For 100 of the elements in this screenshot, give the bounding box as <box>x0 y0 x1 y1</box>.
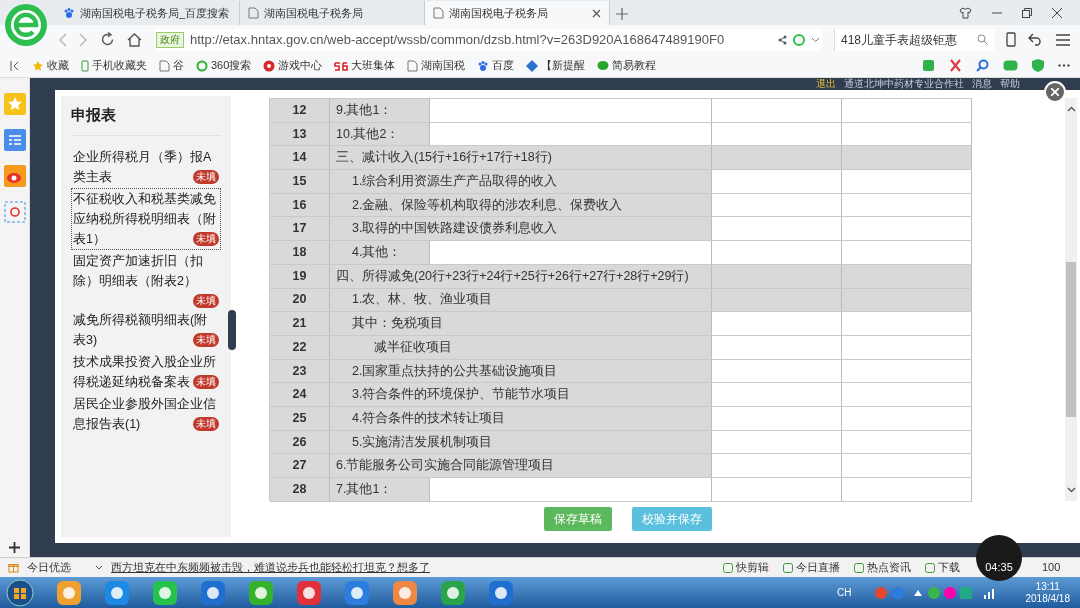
taskbar-app-icon[interactable] <box>344 579 370 606</box>
tab-title: 湖南国税电子税务局 <box>264 5 364 21</box>
bookmark-link[interactable]: 大班集体 <box>334 57 396 74</box>
row-number: 14 <box>270 146 330 170</box>
close-button[interactable] <box>1044 81 1066 103</box>
menu-icon[interactable] <box>1056 33 1070 46</box>
taskbar-app-icon[interactable] <box>248 579 274 606</box>
row-label: 3.取得的中国铁路建设债券利息收入 <box>330 217 712 241</box>
share-icon[interactable] <box>778 34 787 45</box>
bookmark-link[interactable]: 360搜索 <box>196 57 252 74</box>
taskbar-app-icon[interactable] <box>392 579 418 606</box>
list-icon[interactable] <box>3 129 26 151</box>
undo-icon[interactable] <box>1028 33 1044 46</box>
today-picks-link[interactable]: 今日优选 <box>27 559 71 576</box>
status-link[interactable]: 热点资讯 <box>854 559 911 576</box>
collapse-handle[interactable] <box>228 310 236 350</box>
bookmark-link[interactable]: 简易教程 <box>597 57 657 74</box>
form-list-item[interactable]: 不征税收入和税基类减免应纳税所得税明细表（附表1） 未填 <box>71 187 221 250</box>
status-link[interactable]: 下载 <box>925 559 960 576</box>
tool-icon <box>854 562 864 573</box>
row-number: 26 <box>270 430 330 454</box>
news-link[interactable]: 西方坦克在中东频频被击毁，难道说步兵也能轻松打坦克？想多了 <box>111 559 430 576</box>
taskbar-app-icon[interactable] <box>104 579 130 606</box>
form-list-item[interactable]: 减免所得税额明细表(附表3) 未填 <box>71 308 221 351</box>
status-link[interactable]: 今日直播 <box>783 559 840 576</box>
bookmark-link[interactable]: 湖南国税 <box>407 57 466 74</box>
magnifier-icon[interactable] <box>976 59 989 72</box>
reload-icon[interactable] <box>100 32 115 47</box>
taskbar-app-icon[interactable] <box>296 579 322 606</box>
row-number: 12 <box>270 99 330 122</box>
row-label: 四、所得减免(20行+23行+24行+25行+26行+27行+28行+29行) <box>330 264 712 288</box>
logout-link[interactable]: 退出 <box>816 78 836 90</box>
taskbar-app-icon[interactable] <box>488 579 514 606</box>
add-icon[interactable] <box>9 542 20 553</box>
url-text: http://etax.hntax.gov.cn/web-accept/wssb/common/dzsb.html?v=263D920A168647489190F0 <box>190 30 726 49</box>
bookmark-link[interactable]: 【新提醒 <box>526 57 586 74</box>
taskbar-app-icon[interactable] <box>152 579 178 606</box>
close-icon[interactable] <box>592 8 601 18</box>
page-icon <box>159 59 170 72</box>
chat-icon <box>597 59 610 72</box>
start-button-icon[interactable] <box>6 578 34 607</box>
scroll-thumb[interactable] <box>1066 262 1076 417</box>
clover-icon <box>526 59 539 72</box>
taskbar-app-icon[interactable] <box>440 579 466 606</box>
help-link[interactable]: 帮助 <box>1000 78 1020 90</box>
form-list-item[interactable]: 居民企业参股外国企业信息报告表(1) 未填 <box>71 392 221 435</box>
sidebar-toggle-icon[interactable] <box>10 60 20 71</box>
company-name: 通道北坤中药材专业合作社 <box>844 78 964 90</box>
eye-icon[interactable] <box>3 165 26 187</box>
messages-link[interactable]: 消息 <box>972 78 992 90</box>
status-link[interactable]: 快剪辑 <box>723 559 769 576</box>
chevron-down-icon[interactable] <box>95 564 103 571</box>
shirt-icon[interactable] <box>959 7 972 19</box>
tab-title: 湖南国税电子税务局_百度搜索 <box>80 5 231 21</box>
scroll-down-icon[interactable] <box>1066 487 1076 493</box>
scroll-up-icon[interactable] <box>1066 106 1076 112</box>
browser-mode-icon[interactable] <box>793 33 805 46</box>
search-icon[interactable] <box>977 34 988 45</box>
row-number: 13 <box>270 122 330 146</box>
close-icon[interactable] <box>1052 8 1062 18</box>
form-list-item[interactable]: 技术成果投资入股企业所得税递延纳税备案表 未填 <box>71 350 221 393</box>
tool-icon <box>783 562 793 573</box>
site-badge: 政府 <box>156 31 184 48</box>
new-tab-icon[interactable] <box>616 8 628 20</box>
scrollbar[interactable] <box>1065 98 1077 501</box>
back-icon[interactable] <box>58 32 67 47</box>
row-number: 24 <box>270 383 330 406</box>
scissors-icon[interactable] <box>949 59 962 72</box>
shield-icon[interactable] <box>1032 59 1044 72</box>
bookmark-link[interactable]: 手机收藏夹 <box>81 57 147 74</box>
more-icon[interactable] <box>1058 64 1070 67</box>
gamepad-icon[interactable] <box>1003 60 1018 71</box>
forward-icon[interactable] <box>79 32 88 47</box>
row-number: 18 <box>270 241 330 264</box>
taskbar-app-icon[interactable] <box>56 579 82 606</box>
tab-title: 湖南国税电子税务局 <box>449 5 549 21</box>
bookmark-link[interactable]: 游戏中心 <box>263 57 323 74</box>
chevron-down-icon[interactable] <box>811 36 820 43</box>
bookmark-link[interactable]: 百度 <box>477 57 515 74</box>
at-sign-icon[interactable] <box>3 201 26 223</box>
form-list-item[interactable]: 固定资产加速折旧（扣除）明细表（附表2） 未填 <box>71 249 221 309</box>
row-label: 三、减计收入(15行+16行+17行+18行) <box>330 146 712 170</box>
unfilled-badge: 未填 <box>193 231 219 246</box>
taskbar-app-icon[interactable] <box>200 579 226 606</box>
row-number: 23 <box>270 359 330 383</box>
browser-tab[interactable]: 湖南国税电子税务局 <box>425 1 610 25</box>
puzzle-icon[interactable] <box>922 59 935 72</box>
language-indicator[interactable]: CH <box>837 585 852 600</box>
zoom-level[interactable]: 100 <box>1042 559 1072 576</box>
row-number: 17 <box>270 217 330 241</box>
search-field[interactable]: 418儿童手表超级钜惠 <box>834 28 994 51</box>
form-list-item[interactable]: 企业所得税月（季）报A类主表 未填 <box>71 145 221 188</box>
address-field[interactable]: 政府 http://etax.hntax.gov.cn/web-accept/wssb/common/dzsb.html?v=263D920A168647489190F0 <box>154 28 822 51</box>
bookmark-link[interactable]: 谷 <box>159 57 184 74</box>
bookmark-link[interactable]: 收藏 <box>32 57 69 74</box>
home-icon[interactable] <box>127 32 142 47</box>
restore-icon[interactable] <box>1022 8 1032 18</box>
row-label: 2.金融、保险等机构取得的涉农利息、保费收入 <box>330 193 712 217</box>
phone-icon[interactable] <box>1006 32 1016 47</box>
unfilled-badge: 未填 <box>193 416 219 431</box>
